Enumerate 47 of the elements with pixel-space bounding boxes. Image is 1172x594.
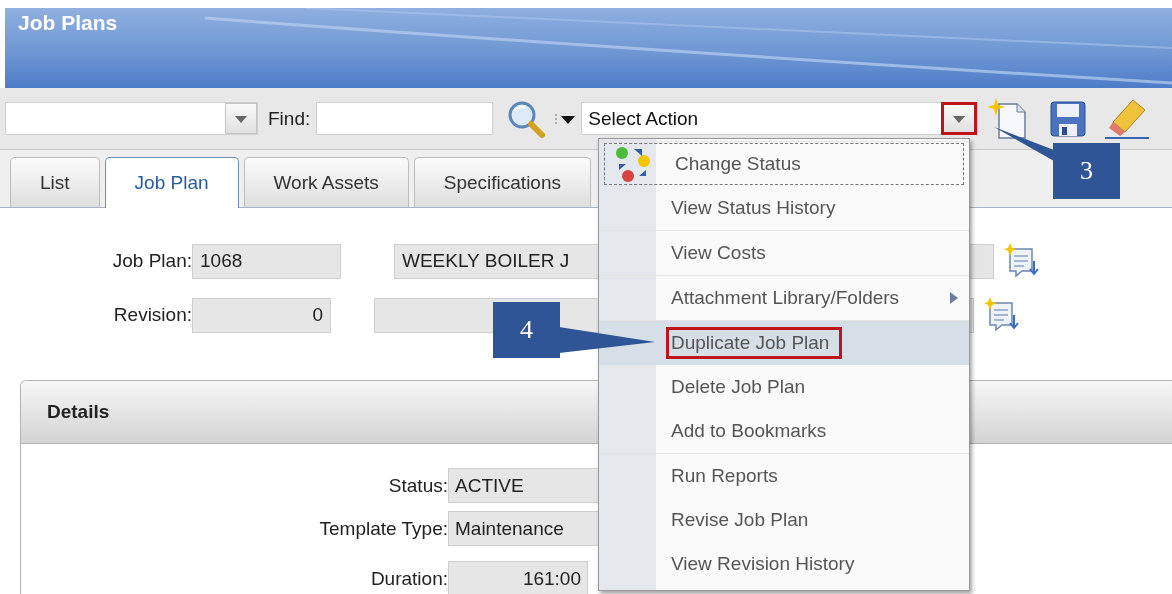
menu-item[interactable]: Delete Job Plan [599,365,969,409]
document-arrow-icon[interactable] [1004,243,1040,279]
menu-item-label: View Revision History [670,552,856,576]
window-title: Job Plans [17,10,118,35]
action-select[interactable]: Select Action [581,102,979,135]
input-field[interactable]: 0 [192,297,331,333]
eraser-icon[interactable] [1105,97,1150,140]
menu-item[interactable]: View Costs [599,231,969,275]
submenu-arrow-icon [949,291,959,305]
select-value: Select Action [587,107,700,130]
field-label: Duration: [369,567,448,590]
tab[interactable]: Specifications [413,157,591,207]
menu-item-label: Duplicate Job Plan [669,330,840,356]
document-arrow-icon[interactable] [984,297,1020,333]
dropdown-arrow-icon[interactable] [553,111,576,126]
menu-item[interactable]: Duplicate Job Plan [599,321,969,365]
tab[interactable]: List [10,157,100,207]
field-label: Status: [387,474,448,497]
tab[interactable]: Work Assets [243,157,409,207]
menu-item-label: Change Status [674,152,802,176]
menu-item[interactable]: View Status History [599,186,969,230]
menu-item-label: View Status History [670,196,837,220]
menu-item-label: Revise Job Plan [670,508,810,532]
callout-number: 4 [493,302,560,358]
menu-item[interactable]: Change Status [603,142,965,186]
field-label: Job Plan: [111,250,192,272]
menu-item-label: Delete Job Plan [670,375,807,399]
menu-item-label: Add to Bookmarks [670,419,828,443]
menu-item[interactable]: Attachment Library/Folders [599,276,969,320]
save-icon[interactable] [1049,99,1088,138]
field-label: Revision: [112,304,192,326]
section-title: Details [47,401,110,423]
status-dots-icon [614,146,651,182]
menu-item-label: Run Reports [670,464,779,488]
field-label: Template Type: [318,517,448,540]
callout-number: 3 [1053,143,1120,199]
menu-item[interactable]: Add to Bookmarks [599,409,969,453]
menu-item-label: Attachment Library/Folders [670,286,901,310]
tab[interactable]: Job Plan [104,157,239,208]
new-document-icon[interactable] [987,97,1028,140]
dropdown-button[interactable] [225,103,257,134]
find-field[interactable] [316,102,494,135]
find-label: Find: [268,107,311,130]
input-field[interactable]: 161:00 [448,561,588,594]
dropdown-button[interactable] [941,102,978,135]
menu-item-label: View Costs [670,241,767,265]
input-field[interactable]: 1068 [192,243,341,279]
